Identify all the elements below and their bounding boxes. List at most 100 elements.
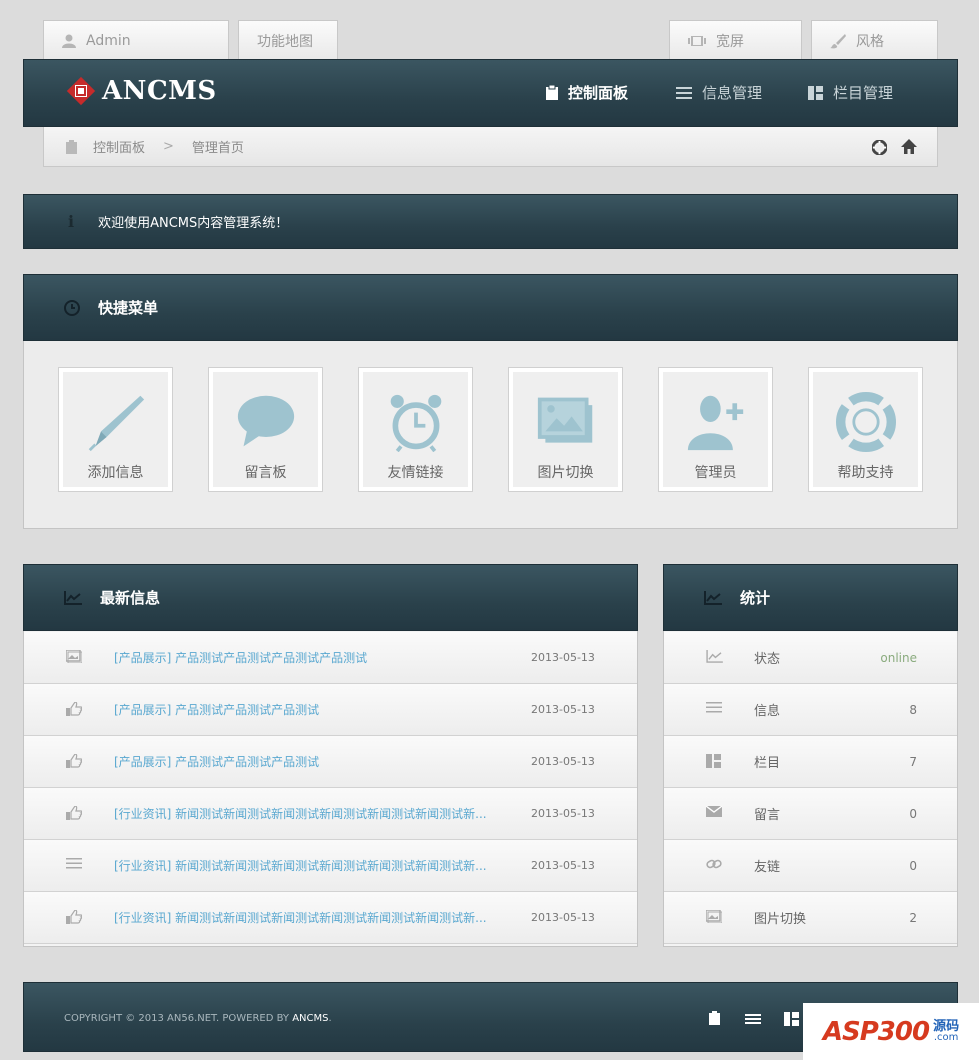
news-title-link[interactable]: [产品展示] 产品测试产品测试产品测试 — [114, 701, 494, 718]
clipboard-icon — [546, 85, 558, 100]
logo-emblem-icon — [66, 76, 96, 106]
nav-label: 控制面板 — [568, 84, 629, 102]
mail-icon — [705, 805, 723, 821]
image-icon — [705, 909, 723, 927]
latest-info-header: 最新信息 — [23, 564, 638, 631]
clipboard-icon — [66, 139, 77, 154]
copyright-brand-link[interactable]: ANCMS — [292, 1013, 328, 1024]
clock-icon — [64, 299, 80, 316]
quick-admins[interactable]: 管理员 — [658, 367, 773, 492]
breadcrumb-separator: > — [163, 139, 174, 154]
tile-label: 管理员 — [694, 465, 737, 481]
stat-value: 2 — [909, 910, 917, 925]
news-title-link[interactable]: [行业资讯] 新闻测试新闻测试新闻测试新闻测试新闻测试新闻测试新... — [114, 857, 494, 874]
widescreen-label: 宽屏 — [716, 33, 744, 50]
tile-label: 添加信息 — [87, 465, 144, 481]
copyright-prefix: COPYRIGHT © 2013 AN56.NET. POWERED BY — [64, 1013, 290, 1024]
stat-value: 0 — [909, 858, 917, 873]
news-date: 2013-05-13 — [531, 703, 595, 716]
news-title-link[interactable]: [产品展示] 产品测试产品测试产品测试产品测试 — [114, 649, 494, 666]
news-title-link[interactable]: [行业资讯] 新闻测试新闻测试新闻测试新闻测试新闻测试新闻测试新... — [114, 909, 494, 926]
tile-label: 留言板 — [244, 465, 287, 481]
list-icon — [66, 858, 82, 873]
logo[interactable]: ANCMS — [66, 76, 217, 106]
stat-label: 留言 — [754, 808, 781, 823]
breadcrumb-item-home: 管理首页 — [191, 141, 244, 156]
thumbs-up-icon — [66, 753, 83, 772]
thumbs-up-icon — [66, 805, 83, 824]
help-buoy-icon[interactable] — [872, 140, 887, 155]
news-date: 2013-05-13 — [531, 755, 595, 768]
nav-label: 栏目管理 — [833, 84, 894, 102]
nav-control-panel[interactable]: 控制面板 — [546, 82, 628, 103]
latest-info-row: [产品展示] 产品测试产品测试产品测试 2013-05-13 — [24, 736, 637, 788]
columns-icon — [706, 754, 721, 772]
stats-row: 友链 0 — [664, 840, 957, 892]
latest-info-row: [产品展示] 产品测试产品测试产品测试 2013-05-13 — [24, 684, 637, 736]
news-date: 2013-05-13 — [531, 859, 595, 872]
news-title-link[interactable]: [产品展示] 产品测试产品测试产品测试 — [114, 753, 494, 770]
clipboard-icon[interactable] — [709, 1011, 720, 1025]
admin-label: Admin — [86, 32, 131, 49]
quick-help-support[interactable]: 帮助支持 — [808, 367, 923, 492]
brush-icon — [830, 33, 846, 48]
stats-row: 状态 online — [664, 632, 957, 684]
news-title-link[interactable]: [行业资讯] 新闻测试新闻测试新闻测试新闻测试新闻测试新闻测试新... — [114, 805, 494, 822]
stat-label: 图片切换 — [754, 912, 807, 927]
watermark-main: ASP300 — [822, 1016, 930, 1047]
latest-info-title: 最新信息 — [100, 589, 161, 607]
news-date: 2013-05-13 — [531, 911, 595, 924]
latest-info-row: [行业资讯] 新闻测试新闻测试新闻测试新闻测试新闻测试新闻测试新... 2013-… — [24, 892, 637, 944]
image-stack-icon — [537, 397, 592, 443]
breadcrumb-item-control-panel[interactable]: 控制面板 — [93, 137, 145, 156]
stats-row: 图片切换 2 — [664, 892, 957, 944]
latest-info-row: [行业资讯] 新闻测试新闻测试新闻测试新闻测试新闻测试新闻测试新... 2013-… — [24, 840, 637, 892]
admin-tab[interactable]: Admin — [43, 20, 229, 60]
stat-value: 0 — [909, 806, 917, 821]
widescreen-icon — [688, 35, 706, 46]
thumbs-up-icon — [66, 909, 83, 928]
stat-label: 栏目 — [754, 756, 781, 771]
stat-label: 信息 — [754, 704, 781, 719]
quick-guestbook[interactable]: 留言板 — [208, 367, 323, 492]
quick-image-slider[interactable]: 图片切换 — [508, 367, 623, 492]
stats-header: 统计 — [663, 564, 958, 631]
nav-label: 信息管理 — [702, 84, 763, 102]
stat-value: 8 — [909, 702, 917, 717]
tile-label: 图片切换 — [537, 465, 594, 481]
latest-info-row: [行业资讯] 新闻测试新闻测试新闻测试新闻测试新闻测试新闻测试新... 2013-… — [24, 788, 637, 840]
quick-friend-links[interactable]: 友情链接 — [358, 367, 473, 492]
list-icon — [706, 702, 722, 717]
stat-label: 友链 — [754, 860, 781, 875]
add-user-icon — [687, 395, 743, 451]
tile-label: 友情链接 — [387, 465, 444, 481]
widescreen-tab[interactable]: 宽屏 — [669, 20, 802, 60]
list-icon[interactable] — [745, 1014, 761, 1024]
tile-label: 帮助支持 — [837, 465, 894, 481]
stats-row: 栏目 7 — [664, 736, 957, 788]
stat-value: 7 — [909, 754, 917, 769]
watermark-side: 源码 .com — [933, 1020, 959, 1043]
header-bar: ANCMS 控制面板 信息管理 栏目管理 — [23, 59, 958, 127]
thumbs-up-icon — [66, 701, 83, 720]
logo-text: ANCMS — [102, 76, 217, 106]
sitemap-label: 功能地图 — [257, 33, 313, 50]
columns-icon[interactable] — [784, 1012, 799, 1026]
info-icon: i — [68, 212, 75, 231]
quick-menu-header: 快捷菜单 — [23, 274, 958, 341]
welcome-notice: i 欢迎使用ANCMS内容管理系统！ — [23, 194, 958, 249]
welcome-text: 欢迎使用ANCMS内容管理系统！ — [98, 216, 289, 231]
nav-info-management[interactable]: 信息管理 — [676, 82, 762, 103]
lifebuoy-icon — [835, 392, 896, 452]
image-icon — [65, 649, 83, 667]
style-label: 风格 — [856, 33, 884, 50]
chart-icon — [64, 590, 82, 605]
quick-add-info[interactable]: 添加信息 — [58, 367, 173, 492]
style-tab[interactable]: 风格 — [811, 20, 938, 60]
sitemap-tab[interactable]: 功能地图 — [238, 20, 338, 60]
watermark-side-bottom: .com — [933, 1032, 959, 1043]
breadcrumb: 控制面板 > 管理首页 — [43, 127, 938, 167]
home-icon[interactable] — [901, 139, 917, 154]
nav-column-management[interactable]: 栏目管理 — [808, 82, 893, 103]
list-icon — [676, 86, 692, 99]
